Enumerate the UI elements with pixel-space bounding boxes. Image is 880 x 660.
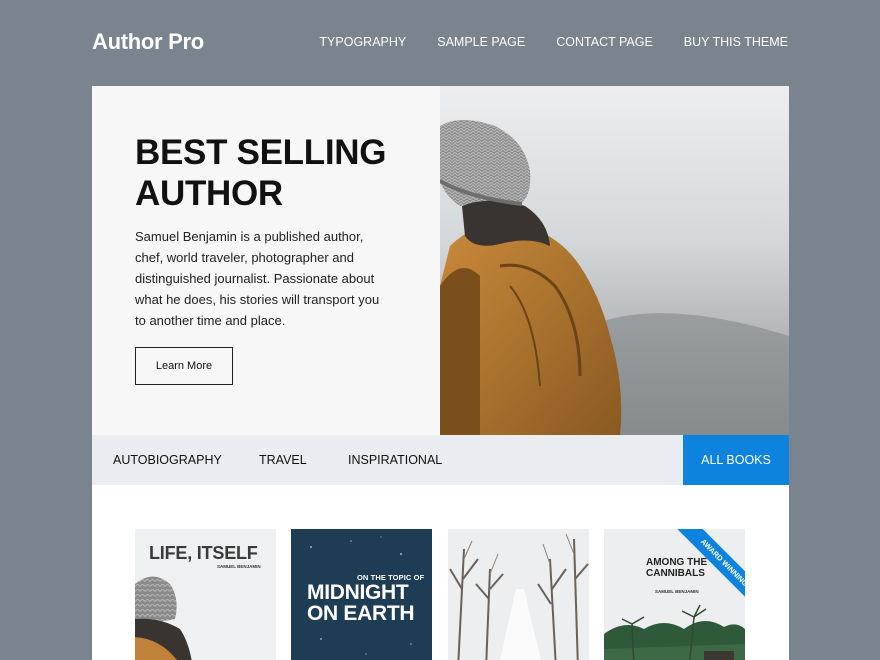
nav-contact-page[interactable]: CONTACT PAGE (556, 35, 653, 49)
hero-text: BEST SELLING AUTHOR Samuel Benjamin is a… (135, 132, 395, 331)
nav-sample-page[interactable]: SAMPLE PAGE (437, 35, 525, 49)
main-nav: TYPOGRAPHY SAMPLE PAGE CONTACT PAGE BUY … (319, 35, 788, 49)
hero-image (440, 86, 789, 435)
hero-title-line2: AUTHOR (135, 174, 283, 213)
nav-typography[interactable]: TYPOGRAPHY (319, 35, 406, 49)
tab-autobiography[interactable]: AUTOBIOGRAPHY (113, 435, 222, 485)
hero-title: BEST SELLING AUTHOR (135, 132, 395, 214)
book-cover-life-itself[interactable]: LIFE, ITSELF SAMUEL BENJAMIN (135, 529, 276, 660)
hero-title-line1: BEST SELLING (135, 133, 387, 172)
site-header: Author Pro TYPOGRAPHY SAMPLE PAGE CONTAC… (0, 0, 880, 86)
hero-section: BEST SELLING AUTHOR Samuel Benjamin is a… (92, 86, 789, 435)
nav-buy-theme[interactable]: BUY THIS THEME (684, 35, 788, 49)
snowy-trees-art (448, 529, 589, 660)
category-tabs: AUTOBIOGRAPHY TRAVEL INSPIRATIONAL ALL B… (92, 435, 789, 485)
book-title-line1: MIDNIGHT (307, 581, 409, 604)
book-cover-midnight-on-earth[interactable]: ON THE TOPIC OF MIDNIGHT ON EARTH (291, 529, 432, 660)
book-title: MIDNIGHT ON EARTH (307, 581, 415, 625)
books-grid: LIFE, ITSELF SAMUEL BENJAMIN ON THE TOPI… (92, 485, 789, 660)
tab-inspirational[interactable]: INSPIRATIONAL (348, 435, 442, 485)
book-cover-among-the-cannibals[interactable]: AMONG THE CANNIBALS SAMUEL BENJAMIN AWAR… (604, 529, 745, 660)
book-cover-snowy-road[interactable] (448, 529, 589, 660)
learn-more-button[interactable]: Learn More (135, 347, 233, 385)
tab-all-books[interactable]: ALL BOOKS (683, 435, 789, 485)
palm-trees-art (604, 604, 745, 660)
site-logo[interactable]: Author Pro (92, 29, 204, 55)
tab-travel[interactable]: TRAVEL (259, 435, 307, 485)
book-title-line2: ON EARTH (307, 602, 415, 625)
book-cover-art (135, 576, 192, 660)
hero-description: Samuel Benjamin is a published author, c… (135, 229, 380, 328)
